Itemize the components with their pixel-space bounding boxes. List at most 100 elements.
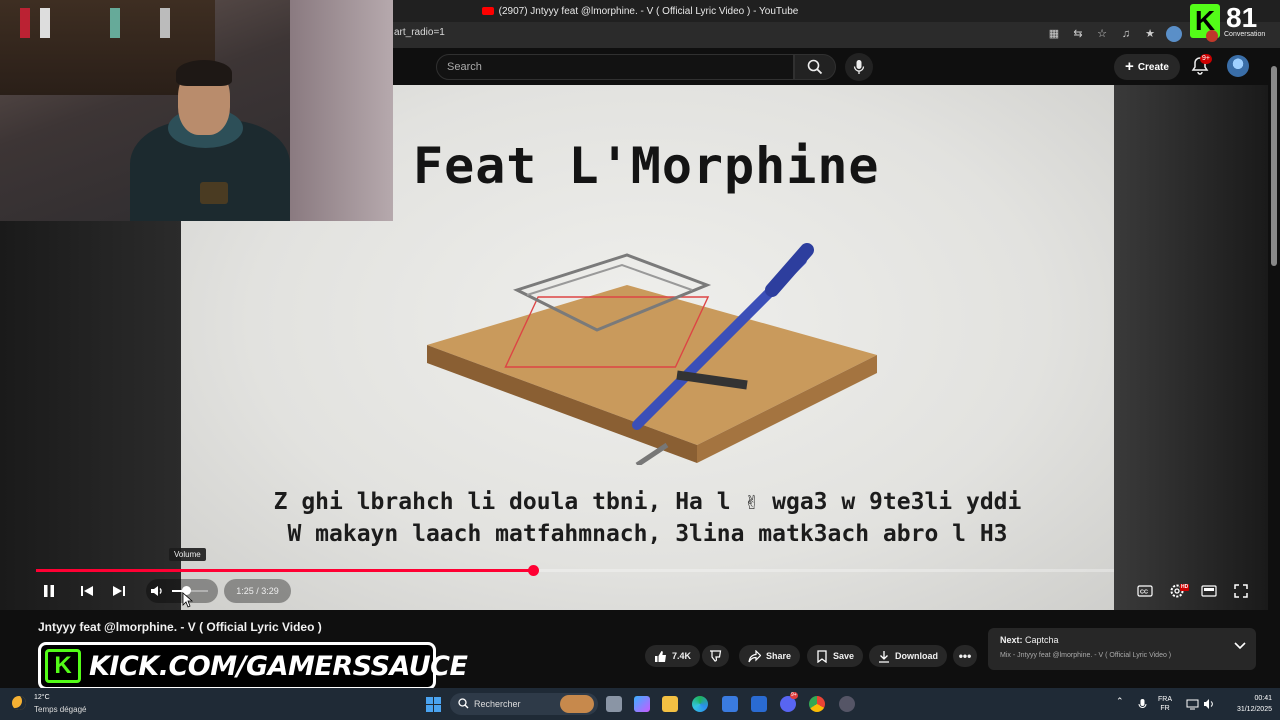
viewer-label: Conversation bbox=[1224, 31, 1266, 38]
like-count: 7.4K bbox=[672, 651, 692, 661]
create-label: Create bbox=[1137, 61, 1169, 73]
more-horizontal-icon: ••• bbox=[958, 649, 972, 663]
clock-date: 31/12/2025 bbox=[1236, 706, 1272, 713]
video-frame-title: Feat L'Morphine bbox=[413, 137, 880, 195]
lyric-line-1: Z ghi lbrahch li doula tbni, Ha l ✌ wga3… bbox=[273, 489, 1022, 515]
scrollbar-thumb[interactable] bbox=[1271, 66, 1277, 266]
url-text[interactable]: art_radio=1 bbox=[394, 27, 445, 38]
windows-taskbar: 12°C Temps dégagé Rechercher 9+ ⌃ FRA FR… bbox=[0, 688, 1280, 720]
windows-logo-icon bbox=[426, 697, 433, 704]
weather-description[interactable]: Temps dégagé bbox=[34, 705, 86, 714]
weather-temperature[interactable]: 12°C bbox=[34, 694, 50, 701]
viewer-count: 81 bbox=[1226, 2, 1258, 33]
language-indicator[interactable]: FRA FR bbox=[1158, 695, 1172, 713]
tray-overflow-chevron-icon[interactable]: ⌃ bbox=[1116, 697, 1124, 706]
miniplayer-icon bbox=[1201, 585, 1217, 597]
record-indicator-icon bbox=[1206, 30, 1218, 42]
file-explorer-icon[interactable] bbox=[662, 696, 678, 712]
next-prefix: Next: bbox=[1000, 635, 1023, 645]
translate-icon[interactable]: ⇆ bbox=[1070, 26, 1086, 42]
discord-badge: 9+ bbox=[790, 692, 798, 699]
dislike-button[interactable] bbox=[702, 645, 729, 667]
progress-played bbox=[36, 569, 534, 572]
thumbs-down-icon bbox=[710, 649, 722, 662]
book bbox=[20, 8, 30, 38]
plus-icon: + bbox=[1125, 58, 1134, 75]
captions-button[interactable]: CC bbox=[1136, 582, 1154, 600]
door bbox=[290, 0, 393, 221]
favorite-star-icon[interactable]: ☆ bbox=[1094, 26, 1110, 42]
mouse-cursor-icon bbox=[182, 592, 194, 608]
next-subtitle: Mix - Jntyyy feat @lmorphine. - V ( Offi… bbox=[1000, 652, 1172, 659]
keyboard-layout: FR bbox=[1160, 705, 1170, 712]
account-avatar[interactable] bbox=[1227, 55, 1249, 77]
kick-logo-icon: K bbox=[45, 649, 81, 683]
next-title: Captcha bbox=[1025, 635, 1059, 645]
volume-icon bbox=[151, 586, 162, 596]
save-button[interactable]: Save bbox=[807, 645, 864, 667]
taskbar-search-icon bbox=[458, 698, 469, 709]
book bbox=[40, 8, 50, 38]
share-icon bbox=[748, 649, 761, 662]
task-view-icon[interactable] bbox=[606, 696, 622, 712]
page-scrollbar[interactable] bbox=[1268, 48, 1280, 688]
hd-badge: HD bbox=[1180, 584, 1190, 591]
tab-title: (2907) Jntyyy feat @lmorphine. - V ( Off… bbox=[498, 5, 799, 17]
app-install-icon[interactable]: ▦ bbox=[1046, 26, 1062, 42]
share-button[interactable]: Share bbox=[739, 645, 801, 667]
create-button[interactable]: + Create bbox=[1114, 54, 1180, 80]
next-video-card[interactable]: Next: Captcha Mix - Jntyyy feat @lmorphi… bbox=[988, 628, 1256, 670]
lyric-line-2: W makayn laach matfahmnach, 3lina matk3a… bbox=[287, 521, 1008, 547]
volume-tooltip: Volume bbox=[169, 548, 206, 561]
kick-channel-url: KICK.COM/GAMERSSAUCE bbox=[89, 651, 468, 682]
language-code: FRA bbox=[1158, 696, 1172, 703]
streamer-hair bbox=[176, 60, 232, 86]
moon-weather-icon[interactable] bbox=[12, 696, 26, 710]
microsoft-store-icon[interactable] bbox=[722, 696, 738, 712]
fullscreen-button[interactable] bbox=[1232, 582, 1250, 600]
search-button[interactable] bbox=[794, 54, 836, 80]
time-display: 1:25 / 3:29 bbox=[224, 579, 291, 603]
thumbs-up-icon bbox=[655, 650, 666, 662]
video-title: Jntyyy feat @lmorphine. - V ( Official L… bbox=[38, 620, 322, 634]
download-icon bbox=[879, 650, 889, 663]
pause-button[interactable] bbox=[40, 582, 58, 600]
previous-button[interactable] bbox=[78, 582, 96, 600]
network-icon[interactable] bbox=[1186, 698, 1199, 710]
mail-icon[interactable] bbox=[751, 696, 767, 712]
obs-icon[interactable] bbox=[839, 696, 855, 712]
speaker-icon[interactable] bbox=[1203, 698, 1215, 710]
captions-icon: CC bbox=[1137, 585, 1153, 597]
kick-viewer-counter: K 81 Conversation bbox=[1190, 2, 1280, 40]
tray-microphone-icon[interactable] bbox=[1138, 698, 1147, 711]
mousetrap-image bbox=[427, 243, 877, 465]
download-label: Download bbox=[895, 651, 938, 661]
mute-button[interactable] bbox=[149, 582, 165, 600]
voice-search-button[interactable] bbox=[845, 53, 873, 81]
copilot-icon[interactable] bbox=[634, 696, 650, 712]
search-icon bbox=[807, 59, 823, 75]
next-button[interactable] bbox=[110, 582, 128, 600]
more-actions-button[interactable]: ••• bbox=[953, 645, 977, 667]
browser-toolbar-icons: ▦ ⇆ ☆ ♫ ★ ⋯ bbox=[1046, 26, 1206, 42]
youtube-favicon-icon bbox=[481, 7, 494, 15]
book bbox=[160, 8, 170, 38]
skip-next-icon bbox=[113, 586, 125, 596]
favorites-list-icon[interactable]: ★ bbox=[1142, 26, 1158, 42]
profile-icon[interactable] bbox=[1166, 26, 1182, 42]
chevron-down-icon[interactable] bbox=[1234, 642, 1246, 650]
skip-previous-icon bbox=[81, 586, 93, 596]
extensions-icon[interactable]: ♫ bbox=[1118, 26, 1134, 42]
bookmark-icon bbox=[817, 649, 827, 663]
search-input[interactable]: Search bbox=[436, 54, 794, 80]
share-label: Share bbox=[766, 651, 792, 661]
edge-browser-icon[interactable] bbox=[692, 696, 708, 712]
progress-bar[interactable] bbox=[36, 565, 1114, 576]
miniplayer-button[interactable] bbox=[1200, 582, 1218, 600]
like-button[interactable]: 7.4K bbox=[645, 645, 701, 667]
screen: (2907) Jntyyy feat @lmorphine. - V ( Off… bbox=[0, 0, 1280, 720]
download-button[interactable]: Download bbox=[869, 645, 947, 667]
taskbar-clock[interactable]: 00:41 31/12/2025 bbox=[1222, 693, 1272, 715]
start-button[interactable] bbox=[426, 697, 441, 712]
chrome-icon[interactable] bbox=[809, 696, 825, 712]
